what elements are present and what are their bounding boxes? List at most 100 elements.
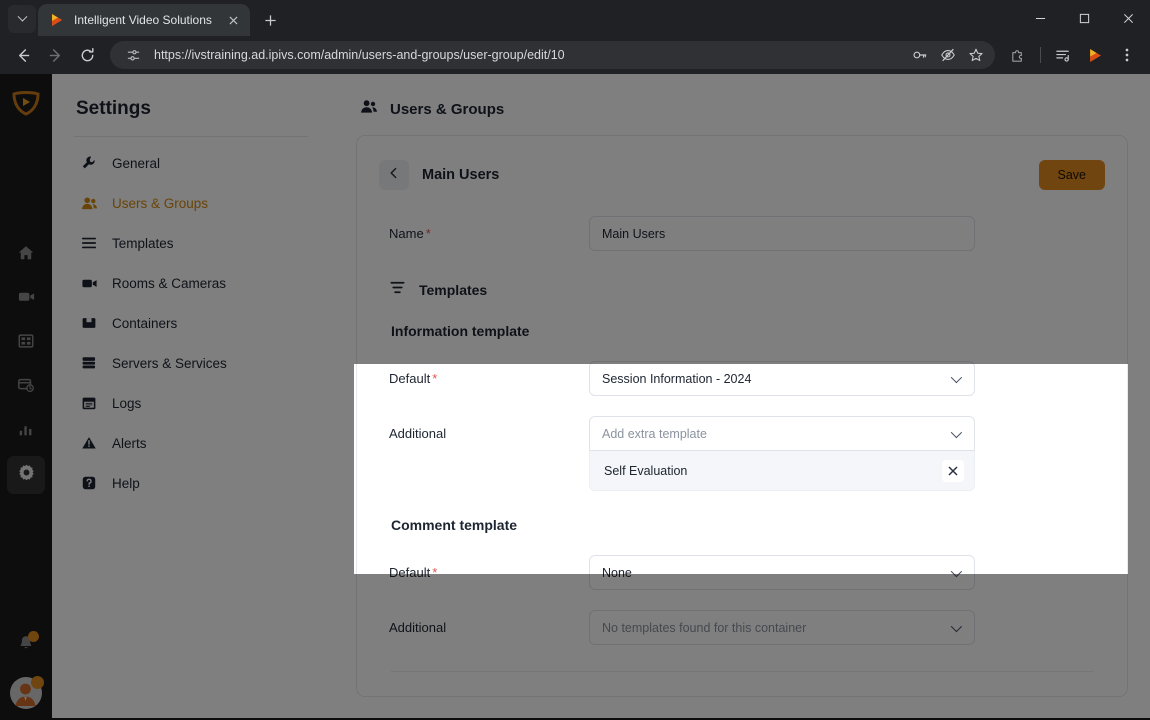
ivs-play-logo-icon[interactable] bbox=[1080, 40, 1110, 70]
avatar-badge bbox=[31, 676, 44, 689]
arrow-left-icon[interactable] bbox=[8, 40, 38, 70]
maximize-icon[interactable] bbox=[1062, 0, 1106, 36]
comment-default-select[interactable]: None bbox=[589, 555, 975, 590]
wrench-icon bbox=[80, 155, 98, 171]
minimize-icon[interactable] bbox=[1018, 0, 1062, 36]
box-icon bbox=[80, 315, 98, 331]
settings-title: Settings bbox=[76, 98, 151, 119]
sidebar-item-general[interactable]: General bbox=[74, 143, 308, 183]
information-additional-select[interactable]: Add extra template bbox=[589, 416, 975, 451]
rail-item-home[interactable] bbox=[7, 236, 45, 274]
sidebar-item-label: Alerts bbox=[112, 435, 147, 451]
sidebar-item-rooms-and-cameras[interactable]: Rooms & Cameras bbox=[74, 263, 308, 303]
close-icon[interactable] bbox=[942, 459, 964, 482]
tab-search-button[interactable] bbox=[8, 5, 36, 33]
sidebar-item-label: General bbox=[112, 155, 161, 171]
sidebar-item-label: Users & Groups bbox=[112, 195, 209, 211]
notification-badge bbox=[28, 631, 39, 642]
url-text: https://ivstraining.ad.ipivs.com/admin/u… bbox=[154, 48, 565, 62]
card-title: Main Users bbox=[422, 167, 500, 183]
rail-bottom bbox=[7, 626, 45, 710]
sidebar-item-templates[interactable]: Templates bbox=[74, 223, 308, 263]
templates-section-header: Templates bbox=[379, 279, 1105, 301]
selected-template-label: Self Evaluation bbox=[604, 463, 688, 478]
information-default-label-text: Default bbox=[389, 371, 431, 386]
sidebar-item-label: Help bbox=[112, 475, 140, 491]
required-asterisk: * bbox=[425, 226, 431, 241]
card-clock-icon bbox=[17, 376, 35, 399]
tab-title: Intelligent Video Solutions bbox=[74, 13, 212, 27]
new-tab-button[interactable] bbox=[256, 6, 284, 34]
information-default-row: Default * Session Information - 2024 bbox=[379, 361, 1105, 396]
comment-additional-select[interactable]: No templates found for this container bbox=[589, 610, 975, 645]
arrow-right-icon bbox=[40, 40, 70, 70]
bar-chart-icon bbox=[17, 420, 35, 443]
rail-item-settings[interactable] bbox=[7, 456, 45, 494]
sidebar-item-label: Servers & Services bbox=[112, 355, 227, 371]
chevron-down-icon bbox=[950, 565, 963, 577]
rail-item-recordings[interactable] bbox=[7, 280, 45, 318]
toolbar-divider bbox=[1040, 47, 1041, 63]
user-group-edit-card: Main Users Save Name * Main Users Templa… bbox=[356, 135, 1128, 697]
rail-items bbox=[7, 236, 45, 494]
sidebar-item-servers-and-services[interactable]: Servers & Services bbox=[74, 343, 308, 383]
eye-off-icon[interactable] bbox=[935, 42, 961, 68]
window-controls bbox=[1018, 0, 1150, 36]
sidebar-item-label: Containers bbox=[112, 315, 178, 331]
browser-toolbar: https://ivstraining.ad.ipivs.com/admin/u… bbox=[0, 36, 1150, 74]
comment-default-row: Default * None bbox=[379, 555, 1105, 590]
save-button[interactable]: Save bbox=[1038, 160, 1105, 190]
rail-item-scheduling[interactable] bbox=[7, 368, 45, 406]
card-footer-placeholder bbox=[395, 686, 1089, 700]
reading-list-icon[interactable] bbox=[1048, 40, 1078, 70]
sidebar-item-logs[interactable]: Logs bbox=[74, 383, 308, 423]
rail-item-media[interactable] bbox=[7, 324, 45, 362]
comment-additional-placeholder: No templates found for this container bbox=[602, 620, 807, 635]
information-additional-row: Additional Add extra template bbox=[379, 416, 1105, 451]
warning-triangle-icon bbox=[80, 435, 98, 451]
bookmark-star-icon[interactable] bbox=[963, 42, 989, 68]
name-row: Name * Main Users bbox=[379, 216, 1105, 251]
address-bar[interactable]: https://ivstraining.ad.ipivs.com/admin/u… bbox=[110, 41, 995, 69]
ivs-shield-logo-icon[interactable] bbox=[11, 88, 41, 118]
reload-icon[interactable] bbox=[72, 40, 102, 70]
sidebar-item-users-and-groups[interactable]: Users & Groups bbox=[74, 183, 308, 223]
rail-item-analytics[interactable] bbox=[7, 412, 45, 450]
chevron-down-icon bbox=[950, 426, 963, 438]
page-settings-icon[interactable] bbox=[120, 42, 146, 68]
rail-item-notifications[interactable] bbox=[7, 626, 45, 664]
video-camera-icon bbox=[17, 287, 36, 311]
video-camera-icon bbox=[80, 275, 98, 292]
page-viewport: Settings General Users & Groups Template… bbox=[0, 74, 1150, 720]
comment-default-label: Default * bbox=[379, 565, 589, 580]
close-icon[interactable] bbox=[1106, 0, 1150, 36]
comment-additional-row: Additional No templates found for this c… bbox=[379, 610, 1105, 645]
server-icon bbox=[80, 355, 98, 371]
information-default-select[interactable]: Session Information - 2024 bbox=[589, 361, 975, 396]
film-strip-icon bbox=[17, 332, 35, 355]
back-button[interactable] bbox=[379, 160, 409, 190]
extensions-puzzle-icon[interactable] bbox=[1003, 40, 1033, 70]
sidebar-item-help[interactable]: Help bbox=[74, 463, 308, 503]
kebab-menu-icon[interactable] bbox=[1112, 40, 1142, 70]
sidebar-item-alerts[interactable]: Alerts bbox=[74, 423, 308, 463]
name-label: Name * bbox=[379, 226, 589, 241]
browser-tab[interactable]: Intelligent Video Solutions bbox=[38, 4, 250, 36]
name-label-text: Name bbox=[389, 226, 424, 241]
nav-divider bbox=[74, 136, 308, 137]
comment-additional-label: Additional bbox=[389, 620, 447, 635]
required-asterisk: * bbox=[432, 371, 438, 386]
templates-section-title: Templates bbox=[419, 282, 488, 298]
card-footer-divider bbox=[391, 671, 1093, 672]
avatar[interactable] bbox=[9, 676, 44, 710]
sidebar-item-containers[interactable]: Containers bbox=[74, 303, 308, 343]
chevron-down-icon bbox=[17, 11, 27, 22]
close-icon[interactable] bbox=[224, 11, 242, 29]
information-template-title: Information template bbox=[391, 323, 530, 339]
information-default-label: Default * bbox=[379, 371, 589, 386]
ivs-play-logo-icon bbox=[49, 12, 65, 28]
users-icon bbox=[80, 195, 98, 212]
name-input[interactable]: Main Users bbox=[589, 216, 975, 251]
password-key-icon[interactable] bbox=[907, 42, 933, 68]
gear-icon bbox=[17, 463, 36, 487]
